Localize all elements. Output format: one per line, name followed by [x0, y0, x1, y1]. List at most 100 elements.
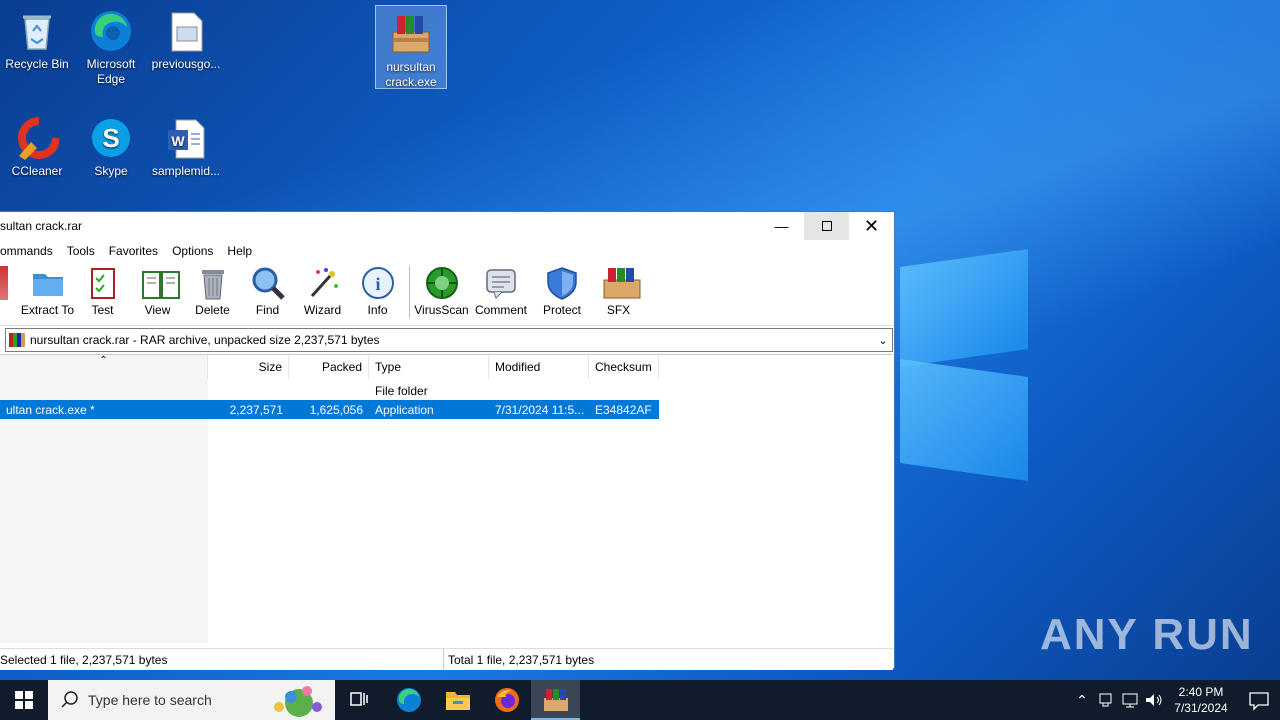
- cell-type: File folder: [375, 383, 428, 398]
- file-list[interactable]: ⌃ Size Packed Type Modified Checksum Fil…: [0, 354, 893, 644]
- ccleaner-icon: [15, 116, 60, 160]
- column-headers: ⌃ Size Packed Type Modified Checksum: [0, 355, 659, 379]
- desktop-icon-label: Recycle Bin: [5, 57, 69, 71]
- toolbar: Extract To Test View Delete Find Wizard …: [0, 262, 894, 326]
- taskbar: Type here to search ⌃ 2:40 PM 7/31/2024: [0, 680, 1280, 720]
- minimize-button[interactable]: —: [759, 212, 804, 240]
- toolbar-comment[interactable]: Comment: [469, 266, 533, 317]
- sort-up-icon: ⌃: [99, 355, 108, 366]
- windows-start-icon: [15, 691, 33, 709]
- header-checksum[interactable]: Checksum: [589, 355, 659, 379]
- add-icon-partial[interactable]: [0, 266, 8, 300]
- svg-text:S: S: [102, 123, 119, 153]
- clock[interactable]: 2:40 PM 7/31/2024: [1166, 684, 1236, 716]
- chevron-down-icon[interactable]: ⌄: [874, 334, 892, 347]
- menu-favorites[interactable]: Favorites: [102, 244, 165, 258]
- taskbar-firefox[interactable]: [482, 680, 531, 720]
- header-size[interactable]: Size: [208, 355, 289, 379]
- desktop-icon-edge[interactable]: Microsoft Edge: [75, 3, 147, 91]
- minimize-icon: —: [774, 218, 789, 234]
- network-icon[interactable]: [1118, 691, 1142, 709]
- chevron-up-icon[interactable]: ⌃: [1070, 692, 1094, 709]
- search-icon: [61, 691, 78, 708]
- toolbar-protect[interactable]: Protect: [533, 266, 591, 317]
- status-total: Total 1 file, 2,237,571 bytes: [448, 652, 595, 667]
- table-row-selected[interactable]: ultan crack.exe * 2,237,571 1,625,056 Ap…: [0, 400, 659, 419]
- toolbar-separator: [409, 266, 410, 318]
- table-row-folder[interactable]: File folder: [0, 381, 659, 400]
- notification-icon[interactable]: [1236, 689, 1280, 711]
- cell-name: ultan crack.exe *: [6, 402, 95, 417]
- clock-time: 2:40 PM: [1178, 685, 1224, 699]
- toolbar-wizard[interactable]: Wizard: [295, 266, 350, 317]
- rar-archive-icon: [9, 333, 25, 347]
- cell-packed: 1,625,056: [309, 402, 363, 417]
- toolbar-label: View: [144, 303, 171, 317]
- header-name[interactable]: ⌃: [0, 355, 208, 379]
- menu-help[interactable]: Help: [220, 244, 259, 258]
- close-button[interactable]: ✕: [849, 212, 894, 240]
- path-text: nursultan crack.rar - RAR archive, unpac…: [30, 333, 380, 347]
- toolbar-extract-to[interactable]: Extract To: [20, 266, 75, 317]
- toolbar-label: Wizard: [303, 303, 342, 317]
- menu-commands[interactable]: ommands: [0, 244, 60, 258]
- toolbar-find[interactable]: Find: [240, 266, 295, 317]
- desktop-icon-label: Microsoft Edge: [86, 57, 136, 86]
- desktop-icon-label: nursultan crack.exe: [385, 60, 437, 89]
- volume-icon[interactable]: [1142, 691, 1166, 709]
- header-packed[interactable]: Packed: [289, 355, 369, 379]
- recycle-bin-icon: [15, 9, 59, 53]
- task-view-button[interactable]: [335, 680, 384, 720]
- toolbar-delete[interactable]: Delete: [185, 266, 240, 317]
- toolbar-label: Protect: [542, 303, 581, 317]
- svg-text:W: W: [171, 133, 185, 149]
- test-icon: [86, 266, 120, 300]
- task-view-icon: [349, 692, 368, 706]
- desktop-icon-ccleaner[interactable]: CCleaner: [1, 110, 73, 184]
- taskbar-file-explorer[interactable]: [433, 680, 482, 720]
- delete-icon: [196, 266, 230, 300]
- menu-bar: ommands Tools Favorites Options Help: [0, 240, 894, 262]
- desktop-icon-nursultan-crack[interactable]: nursultan crack.exe: [375, 5, 447, 89]
- winrar-icon: [543, 689, 568, 711]
- network-adapter-icon[interactable]: [1094, 691, 1118, 709]
- toolbar-label: VirusScan: [414, 303, 469, 317]
- anyrun-watermark: ANY RUN: [1040, 610, 1254, 659]
- desktop-icon-previousgo[interactable]: previousgo...: [150, 3, 222, 77]
- cell-checksum: E34842AF: [595, 402, 652, 417]
- toolbar-label: Info: [367, 303, 388, 317]
- toolbar-label: Extract To: [20, 303, 75, 317]
- taskbar-winrar[interactable]: [531, 680, 580, 720]
- title-bar[interactable]: sultan crack.rar — ✕: [0, 212, 894, 240]
- extract-to-icon: [31, 266, 65, 300]
- image-file-icon: [164, 9, 208, 53]
- view-icon: [141, 266, 180, 300]
- status-bar: Selected 1 file, 2,237,571 bytes Total 1…: [0, 648, 893, 670]
- taskbar-edge[interactable]: [384, 680, 433, 720]
- toolbar-test[interactable]: Test: [75, 266, 130, 317]
- header-modified[interactable]: Modified: [489, 355, 589, 379]
- desktop-icon-recycle-bin[interactable]: Recycle Bin: [1, 3, 73, 77]
- maximize-button[interactable]: [804, 212, 849, 240]
- edge-icon: [396, 688, 421, 712]
- close-icon: ✕: [863, 215, 880, 236]
- toolbar-sfx[interactable]: SFX: [591, 266, 646, 317]
- toolbar-view[interactable]: View: [130, 266, 185, 317]
- clock-date: 7/31/2024: [1174, 701, 1228, 715]
- toolbar-info[interactable]: i Info: [350, 266, 405, 317]
- protect-icon: [545, 266, 579, 300]
- path-bar[interactable]: nursultan crack.rar - RAR archive, unpac…: [5, 328, 893, 352]
- toolbar-label: Delete: [195, 303, 230, 317]
- skype-icon: S: [89, 116, 133, 160]
- desktop-icon-skype[interactable]: S Skype: [75, 110, 147, 184]
- start-button[interactable]: [0, 680, 48, 720]
- wizard-icon: [306, 266, 340, 300]
- header-type[interactable]: Type: [369, 355, 489, 379]
- winrar-window[interactable]: sultan crack.rar — ✕ ommands Tools Favor…: [0, 211, 895, 670]
- toolbar-label: SFX: [606, 303, 631, 317]
- menu-tools[interactable]: Tools: [60, 244, 102, 258]
- toolbar-virusscan[interactable]: VirusScan: [414, 266, 469, 317]
- taskbar-search-box[interactable]: Type here to search: [48, 680, 335, 720]
- menu-options[interactable]: Options: [165, 244, 220, 258]
- desktop-icon-samplemid[interactable]: W samplemid...: [150, 110, 222, 184]
